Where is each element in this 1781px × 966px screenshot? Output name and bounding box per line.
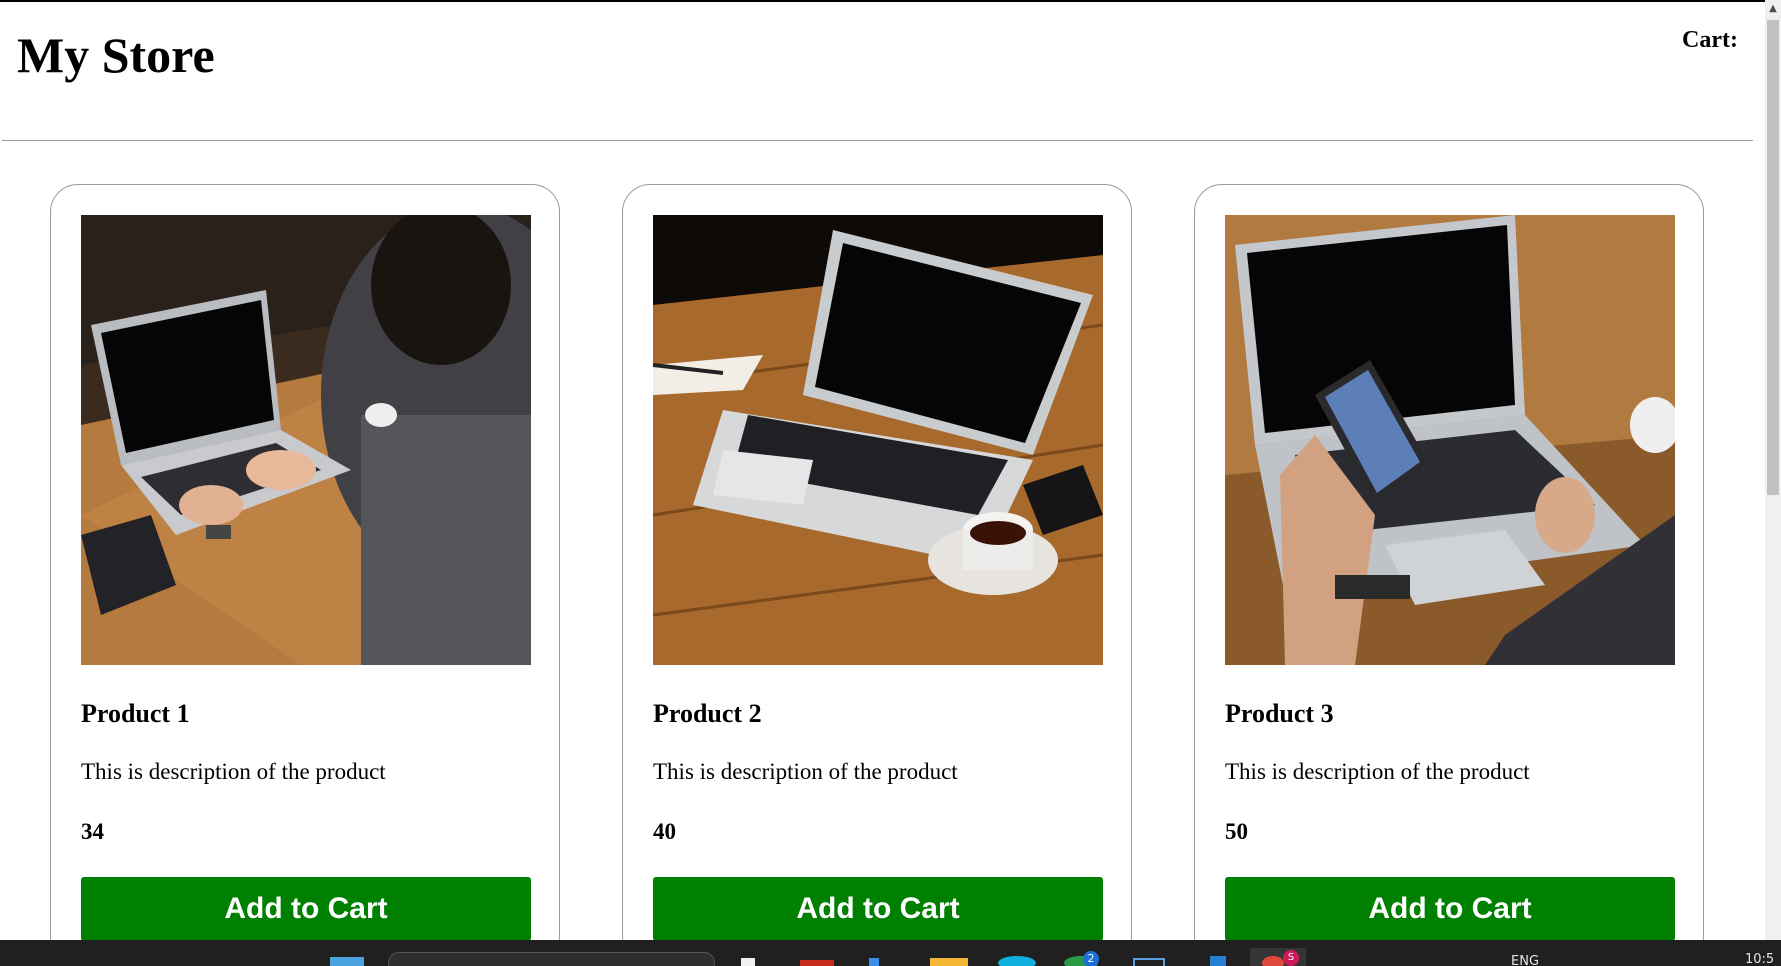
notification-badge: 2 xyxy=(1083,951,1099,966)
header-divider xyxy=(2,140,1753,141)
laptop-on-wooden-table-with-coffee-photo xyxy=(653,215,1103,665)
site-title: My Store xyxy=(17,27,215,83)
product-card-2: Product 2 This is description of the pro… xyxy=(622,184,1132,964)
product-image-2 xyxy=(653,215,1103,665)
skype-icon[interactable] xyxy=(998,956,1036,966)
product-image-1 xyxy=(81,215,531,665)
product-price-2: 40 xyxy=(653,819,676,844)
add-to-cart-button-1[interactable]: Add to Cart xyxy=(81,877,531,941)
window-top-border xyxy=(0,0,1781,2)
scroll-up-arrow-icon[interactable]: ▲ xyxy=(1765,0,1781,16)
start-icon[interactable] xyxy=(330,957,364,966)
browser-icon[interactable] xyxy=(1262,956,1284,966)
product-card-1: Product 1 This is description of the pro… xyxy=(50,184,560,964)
taskbar: 2 S ENG 10:5 xyxy=(0,940,1781,966)
cart-label[interactable]: Cart: xyxy=(1682,24,1738,56)
file-icon[interactable] xyxy=(741,958,755,966)
person-typing-on-laptop-photo xyxy=(81,215,531,665)
product-card-3: Product 3 This is description of the pro… xyxy=(1194,184,1704,964)
product-price-1: 34 xyxy=(81,819,104,844)
folder-icon[interactable] xyxy=(930,958,968,966)
edge-icon[interactable] xyxy=(869,958,879,966)
product-name-2: Product 2 xyxy=(653,699,762,728)
mail-icon[interactable] xyxy=(800,960,834,966)
product-name-1: Product 1 xyxy=(81,699,190,728)
product-description-1: This is description of the product xyxy=(81,759,386,784)
window-icon[interactable] xyxy=(1133,958,1165,966)
product-image-3 xyxy=(1225,215,1675,665)
clock[interactable]: 10:5 xyxy=(1745,952,1774,966)
product-price-3: 50 xyxy=(1225,819,1248,844)
product-description-2: This is description of the product xyxy=(653,759,958,784)
hand-holding-phone-over-laptop-photo xyxy=(1225,215,1675,665)
product-name-3: Product 3 xyxy=(1225,699,1334,728)
vertical-scrollbar[interactable]: ▲ xyxy=(1765,0,1781,940)
add-to-cart-button-2[interactable]: Add to Cart xyxy=(653,877,1103,941)
profile-badge: S xyxy=(1283,950,1299,966)
scrollbar-thumb[interactable] xyxy=(1767,20,1779,495)
add-to-cart-button-3[interactable]: Add to Cart xyxy=(1225,877,1675,941)
language-indicator[interactable]: ENG xyxy=(1511,954,1539,966)
product-description-3: This is description of the product xyxy=(1225,759,1530,784)
vscode-icon[interactable] xyxy=(1210,956,1226,966)
search-box[interactable] xyxy=(388,952,715,966)
